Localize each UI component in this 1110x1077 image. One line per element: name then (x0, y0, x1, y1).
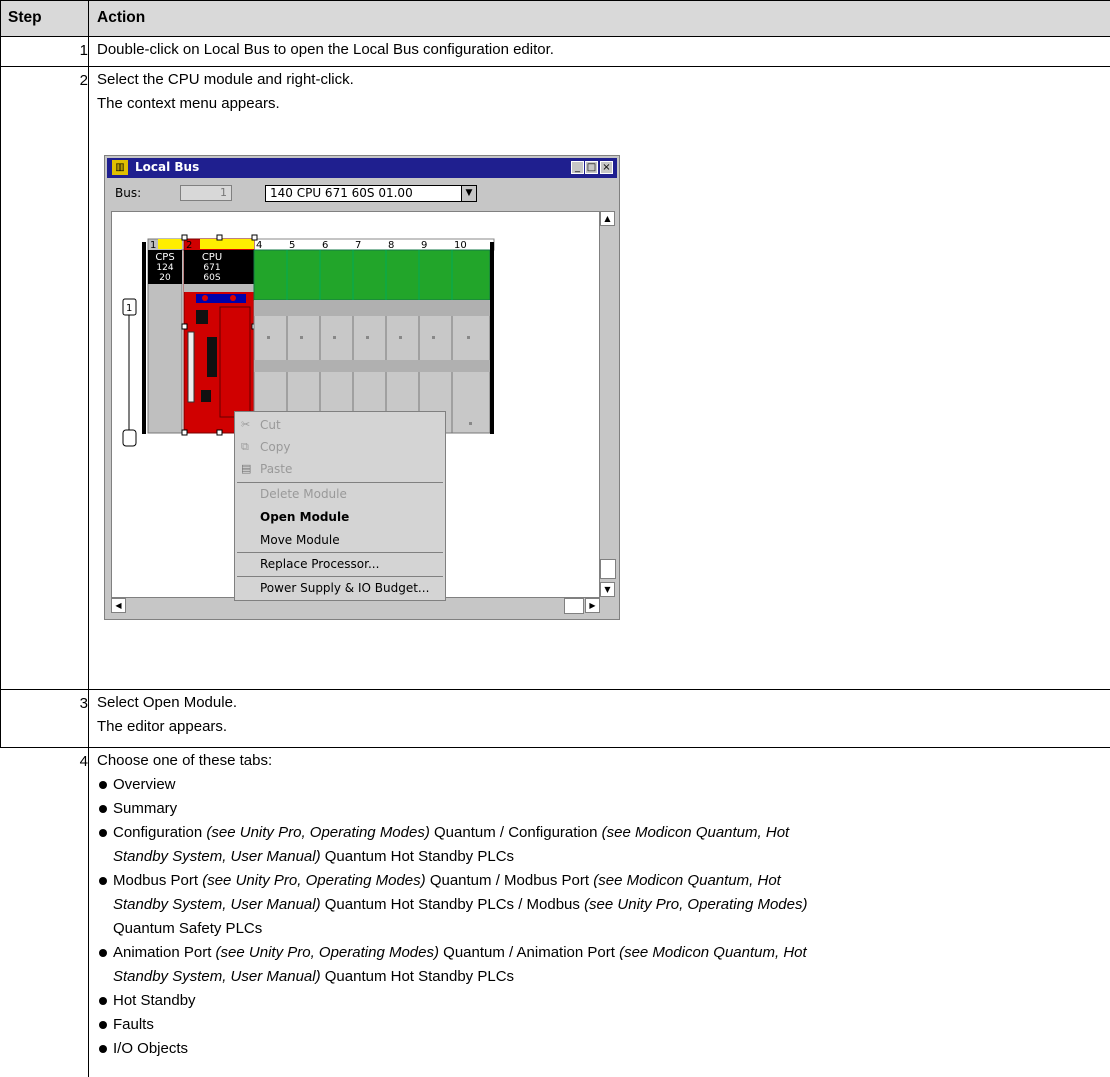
menu-item-move-module[interactable]: Move Module (235, 529, 445, 551)
header-step: Step (8, 9, 42, 26)
scroll-thumb[interactable] (564, 598, 584, 614)
slot-number: 4 (256, 240, 262, 251)
cps-label: 20 (159, 273, 171, 283)
copy-icon: ⧉ (241, 440, 249, 453)
menu-item-open-module[interactable]: Open Module (235, 506, 445, 528)
tab-list: Overview Summary Configuration (see Unit… (97, 773, 1097, 1061)
close-icon[interactable]: × (600, 161, 613, 174)
step-number: 2 (79, 72, 88, 89)
menu-item-copy[interactable]: ⧉ Copy (235, 436, 445, 458)
list-item: I/O Objects (97, 1037, 1097, 1061)
list-item: Modbus Port (see Unity Pro, Operating Mo… (97, 869, 1097, 941)
context-menu: ✂ Cut ⧉ Copy ▤ Paste Delete Module Open Mod… (234, 411, 446, 601)
step-text: The editor appears. (97, 718, 228, 735)
step-text: Select Open Module. (97, 694, 238, 711)
list-item: Animation Port (see Unity Pro, Operating… (97, 941, 1097, 989)
step-text: Select the CPU module and right-click. (97, 71, 354, 88)
step-4-content: Choose one of these tabs: Overview Summa… (97, 749, 1097, 1061)
group-label: 1 (126, 303, 132, 314)
chevron-down-icon[interactable]: ▼ (461, 186, 476, 201)
cpu-label: CPU (202, 252, 222, 263)
menu-item-delete-module[interactable]: Delete Module (235, 483, 445, 505)
paste-icon: ▤ (241, 462, 252, 475)
minimize-icon[interactable]: _ (571, 161, 584, 174)
cps-label: CPS (155, 252, 174, 263)
menu-item-paste[interactable]: ▤ Paste (235, 458, 445, 480)
bus-label: Bus: (115, 186, 142, 200)
slot-number: 6 (322, 240, 328, 251)
step-number: 1 (79, 42, 88, 59)
menu-item-cut[interactable]: ✂ Cut (235, 414, 445, 436)
step-text: Double-click on Local Bus to open the Lo… (97, 41, 554, 58)
bus-number-field[interactable]: 1 (180, 185, 232, 201)
list-item: Configuration (see Unity Pro, Operating … (97, 821, 1097, 869)
scroll-thumb[interactable] (600, 559, 616, 579)
title-bar: ▥ Local Bus _ □ × (107, 158, 617, 178)
list-item: Faults (97, 1013, 1097, 1037)
slot-number: 2 (186, 240, 192, 251)
cpu-label: 60S (203, 273, 220, 283)
slot-number: 7 (355, 240, 361, 251)
list-item: Overview (97, 773, 1097, 797)
cpu-select-dropdown[interactable]: 140 CPU 671 60S 01.00 ▼ (265, 185, 477, 202)
vertical-scrollbar[interactable]: ▲ ▼ (600, 211, 616, 598)
slot-number: 10 (454, 240, 467, 251)
list-item: Summary (97, 797, 1097, 821)
step-number: 4 (79, 753, 88, 770)
menu-item-replace-processor[interactable]: Replace Processor... (235, 553, 445, 575)
scroll-down-icon[interactable]: ▼ (600, 582, 615, 597)
rack-icon: ▥ (112, 160, 128, 175)
slot-number: 5 (289, 240, 295, 251)
cpu-label: 671 (203, 263, 220, 273)
maximize-icon[interactable]: □ (585, 161, 598, 174)
step-text: Choose one of these tabs: (97, 752, 273, 769)
scroll-right-icon[interactable]: ▶ (585, 598, 600, 613)
step-text: The context menu appears. (97, 95, 280, 112)
list-item: Hot Standby (97, 989, 1097, 1013)
table-header (0, 0, 1110, 36)
step-number: 3 (79, 695, 88, 712)
slot-number: 9 (421, 240, 427, 251)
scissors-icon: ✂ (241, 418, 251, 431)
slot-number: 8 (388, 240, 394, 251)
menu-item-power-budget[interactable]: Power Supply & IO Budget... (235, 577, 445, 599)
header-action: Action (97, 9, 146, 26)
window-title: Local Bus (135, 160, 200, 174)
scroll-up-icon[interactable]: ▲ (600, 211, 615, 226)
slot-number: 1 (150, 240, 156, 251)
scroll-left-icon[interactable]: ◀ (111, 598, 126, 613)
cps-label: 124 (156, 263, 173, 273)
